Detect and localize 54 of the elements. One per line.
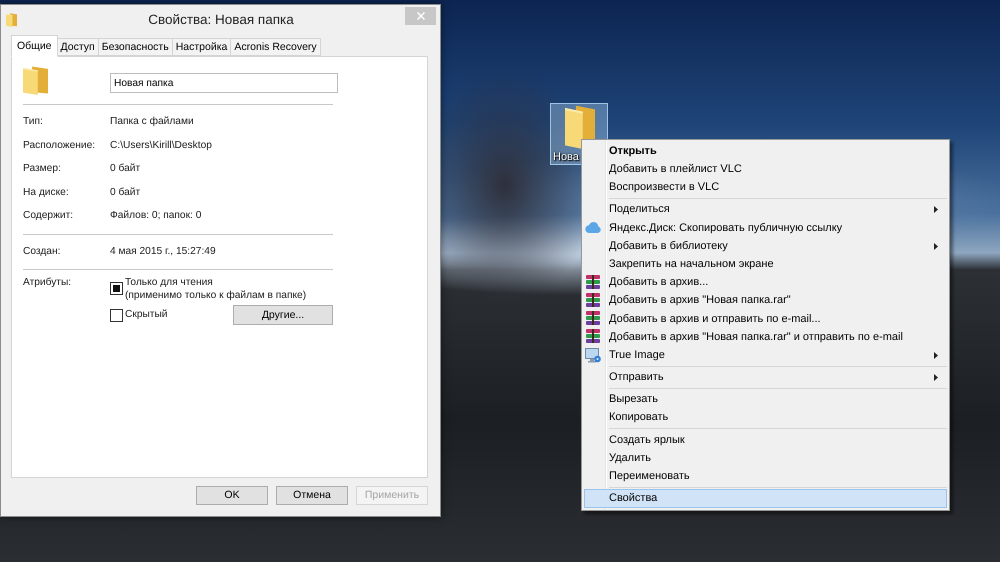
property-label: Создан: [23, 244, 62, 259]
book-stack-icon [586, 293, 600, 308]
tab[interactable]: Безопасность [98, 38, 173, 56]
property-value: Папка с файлами [110, 115, 195, 130]
property-value: 4 мая 2015 г., 15:27:49 [110, 244, 217, 259]
name-field[interactable]: Новая папка [110, 73, 338, 93]
folder-icon [6, 12, 17, 27]
checkbox-note: (применимо только к файлам в папке) [125, 290, 306, 302]
property-label: На диске: [23, 186, 70, 200]
dialog-button[interactable]: Отмена [276, 486, 348, 505]
menu-item[interactable]: Добавить в библиотеку [584, 236, 947, 256]
checkbox[interactable] [110, 282, 123, 295]
dialog-button[interactable]: OK [196, 486, 268, 505]
menu-item[interactable]: Вырезать [584, 390, 947, 409]
property-value: 0 байт [110, 186, 142, 200]
menu-item[interactable]: Добавить в архив "Новая папка.rar" и отправить по e-mail [584, 328, 947, 346]
menu-item[interactable]: Яндекс.Диск: Скопировать публичную ссылку [584, 218, 947, 237]
tab[interactable]: Acronis Recovery [230, 38, 321, 56]
property-label: Размер: [23, 162, 62, 176]
property-label: Расположение: [23, 138, 96, 153]
menu-item[interactable]: Переименовать [584, 467, 947, 486]
book-stack-icon [586, 329, 600, 344]
menu-item[interactable]: Воспроизвести в VLC [584, 178, 947, 197]
checkbox-label: Скрытый [125, 308, 168, 322]
tab[interactable]: Настройка [172, 38, 232, 56]
menu-item[interactable]: Добавить в архив и отправить по e-mail... [584, 310, 947, 328]
property-value: 0 байт [110, 162, 142, 176]
checkbox[interactable] [110, 308, 123, 322]
menu-item[interactable]: Добавить в архив... [584, 273, 947, 292]
cloud-icon [585, 222, 601, 234]
other-attributes-button[interactable]: Другие... [233, 305, 333, 325]
close-icon [416, 12, 424, 20]
book-stack-icon [586, 274, 600, 290]
tab[interactable]: Доступ [56, 38, 99, 56]
property-value: C:\Users\Kirill\Desktop [110, 138, 213, 153]
menu-item[interactable]: True Image [584, 346, 947, 364]
menu-item[interactable]: Поделиться [584, 200, 947, 219]
tab[interactable]: Общие [11, 35, 58, 57]
book-stack-icon [586, 311, 600, 326]
checkbox-label: Только для чтения [125, 277, 214, 290]
window-title: Свойства: Новая папка [148, 10, 294, 29]
property-value: Файлов: 0; папок: 0 [110, 209, 202, 224]
folder-icon [23, 66, 48, 94]
menu-item[interactable]: Свойства [584, 489, 947, 508]
property-label: Содержит: [23, 209, 74, 224]
menu-item[interactable]: Копировать [584, 408, 947, 427]
monitor-icon [585, 348, 601, 363]
menu-item[interactable]: Удалить [584, 449, 947, 468]
attributes-label: Атрибуты: [23, 277, 72, 290]
menu-item[interactable]: Закрепить на начальном экране [584, 255, 947, 274]
menu-item[interactable]: Добавить в архив "Новая папка.rar" [584, 292, 947, 310]
menu-item[interactable]: Отправить [584, 368, 947, 386]
property-label: Тип: [23, 115, 44, 130]
menu-item[interactable]: Создать ярлык [584, 430, 947, 449]
